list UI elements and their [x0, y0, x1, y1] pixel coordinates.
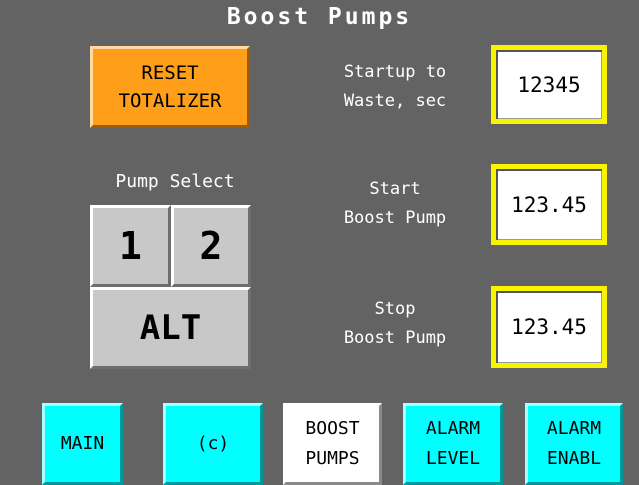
nav-main-button[interactable]: MAIN [42, 403, 123, 485]
nav-alarm-enabl-line-2: ENABL [546, 448, 602, 469]
nav-alarm-level-line-2: LEVEL [425, 448, 481, 469]
reset-button-line-2: TOTALIZER [118, 90, 222, 112]
startup-to-waste-field[interactable]: 12345 [491, 45, 607, 124]
start-label-line-2: Boost Pump [343, 208, 447, 228]
stop-boost-pump-label: Stop Boost Pump [300, 295, 490, 353]
startup-label-line-1: Startup to [343, 62, 447, 82]
nav-boost-pumps-button[interactable]: BOOST PUMPS [283, 403, 382, 485]
screen-title: Boost Pumps [226, 4, 413, 30]
nav-alarm-enabl-line-1: ALARM [546, 418, 602, 439]
nav-boost-line-1: BOOST [305, 418, 360, 439]
reset-button-line-1: RESET [141, 62, 199, 84]
start-boost-pump-label: Start Boost Pump [300, 175, 490, 233]
stop-label-line-2: Boost Pump [343, 328, 447, 348]
start-boost-pump-field[interactable]: 123.45 [491, 164, 607, 245]
startup-label-line-2: Waste, sec [343, 91, 447, 111]
start-label-line-1: Start [369, 179, 421, 199]
nav-alarm-level-line-1: ALARM [425, 418, 481, 439]
nav-alarm-level-button[interactable]: ALARM LEVEL [403, 403, 503, 485]
pump-select-label: Pump Select [115, 171, 235, 192]
pump-alt-button[interactable]: ALT [90, 287, 251, 369]
nav-c-button[interactable]: (c) [163, 403, 263, 485]
pump-1-button[interactable]: 1 [90, 205, 171, 287]
nav-alarm-enable-button[interactable]: ALARM ENABL [525, 403, 623, 485]
stop-label-line-1: Stop [374, 299, 416, 319]
nav-boost-line-2: PUMPS [305, 448, 360, 469]
reset-totalizer-button[interactable]: RESET TOTALIZER [90, 46, 250, 128]
pump-2-button[interactable]: 2 [171, 205, 251, 287]
startup-to-waste-label: Startup to Waste, sec [298, 58, 492, 116]
stop-boost-pump-field[interactable]: 123.45 [491, 286, 607, 368]
